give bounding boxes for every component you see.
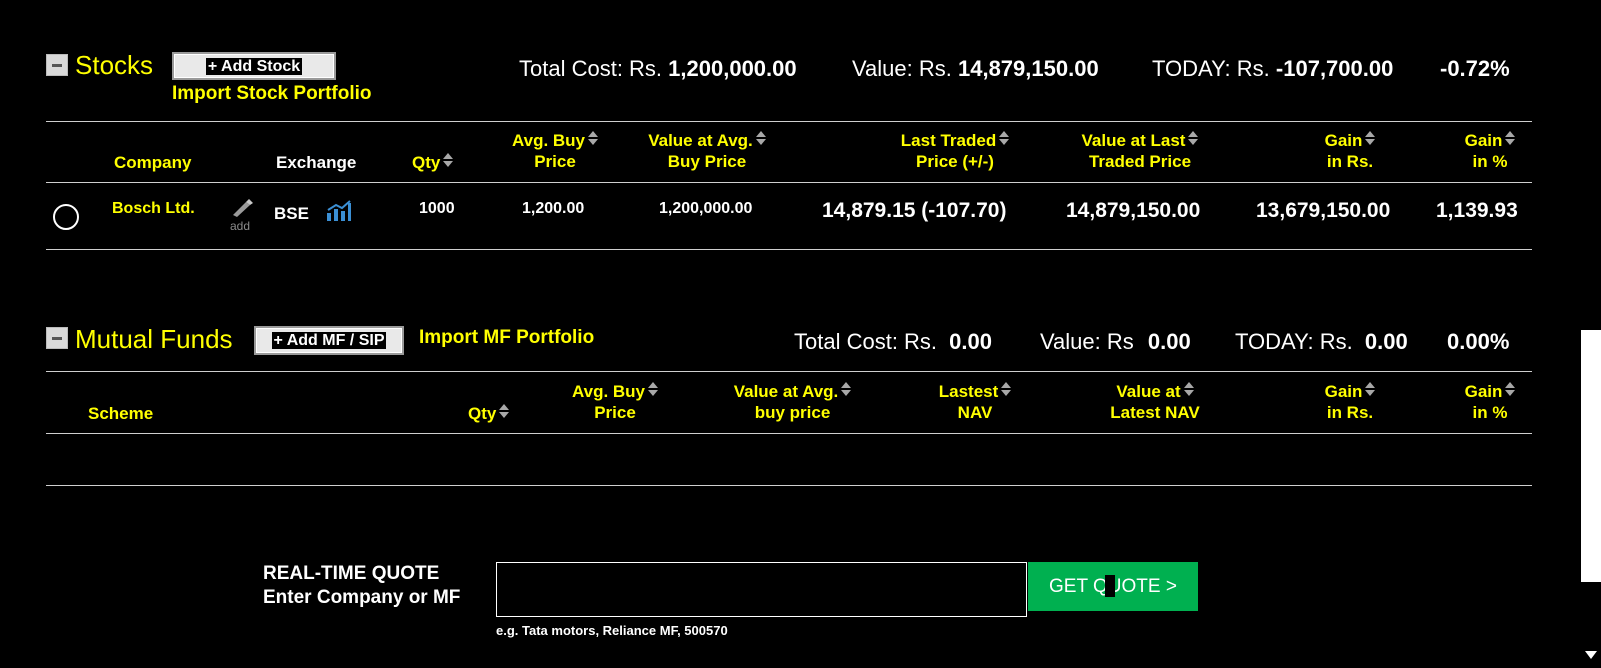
quote-hint: e.g. Tata motors, Reliance MF, 500570 <box>496 623 728 638</box>
quote-label-line1: REAL-TIME QUOTE <box>263 563 440 584</box>
import-mf-portfolio-link[interactable]: Import MF Portfolio <box>419 327 594 349</box>
sort-icon[interactable] <box>1183 382 1194 396</box>
col-mf-gain-pct[interactable]: Gain in % <box>1450 381 1530 423</box>
col-gain-rs[interactable]: Gain in Rs. <box>1300 130 1400 172</box>
stocks-today-label: TODAY: Rs. <box>1152 56 1270 81</box>
add-transaction-icon[interactable]: add <box>230 199 254 233</box>
mf-collapse-toggle[interactable] <box>46 327 68 349</box>
stocks-today-summary: TODAY: Rs. -107,700.00 <box>1152 56 1393 82</box>
sort-icon[interactable] <box>648 382 659 396</box>
stocks-table-bottom-border <box>46 249 1532 250</box>
stocks-collapse-toggle[interactable] <box>46 54 68 76</box>
quote-label: REAL-TIME QUOTE Enter Company or MF <box>263 562 460 610</box>
sort-icon[interactable] <box>443 153 454 167</box>
col-company[interactable]: Company <box>114 152 191 173</box>
add-mf-sip-button-label: + Add MF / SIP <box>271 332 387 349</box>
stock-row-radio[interactable] <box>53 204 79 230</box>
col-value-at-avg-buy-price[interactable]: Value at Avg. Buy Price <box>622 130 792 172</box>
stock-last-traded: 14,879.15 (-107.70) <box>822 199 1007 222</box>
scroll-down-arrow-icon[interactable] <box>1585 651 1597 659</box>
stocks-value-label: Value: Rs. <box>852 56 952 81</box>
quote-label-line2: Enter Company or MF <box>263 587 461 608</box>
col-avg-buy-price[interactable]: Avg. Buy Price <box>480 130 630 172</box>
col-value-at-last-traded-price[interactable]: Value at Last Traded Price <box>1060 130 1220 172</box>
import-stock-portfolio-link[interactable]: Import Stock Portfolio <box>172 83 372 105</box>
mf-section-title: Mutual Funds <box>75 324 233 354</box>
stock-exchange: BSE <box>274 204 309 223</box>
add-stock-button[interactable]: + Add Stock <box>172 52 336 80</box>
stock-qty: 1000 <box>419 200 455 217</box>
stocks-table-top-border <box>46 121 1532 122</box>
stocks-value-summary: Value: Rs. 14,879,150.00 <box>852 56 1099 82</box>
stock-value-at-avg: 1,200,000.00 <box>659 200 753 217</box>
stocks-today-value: -107,700.00 <box>1275 56 1394 81</box>
stocks-value-value: 14,879,150.00 <box>957 56 1099 81</box>
sort-icon[interactable] <box>999 131 1010 145</box>
stocks-section-title: Stocks <box>75 50 154 80</box>
sort-icon[interactable] <box>1365 382 1376 396</box>
stocks-total-cost-label: Total Cost: Rs. <box>519 56 663 81</box>
stocks-header-border <box>46 182 1532 183</box>
col-mf-avg-buy-price[interactable]: Avg. Buy Price <box>545 381 685 423</box>
stocks-summary: Total Cost: Rs. 1,200,000.00 <box>519 56 797 82</box>
mf-table-top-border <box>46 371 1532 372</box>
chart-icon[interactable] <box>326 200 352 222</box>
mf-header-border <box>46 433 1532 434</box>
mf-total-cost-summary: Total Cost: Rs. 0.00 <box>794 329 992 354</box>
stock-gain-rs: 13,679,150.00 <box>1256 199 1391 222</box>
col-mf-qty[interactable]: Qty <box>468 403 510 424</box>
sort-icon[interactable] <box>499 404 510 418</box>
sort-icon[interactable] <box>1365 131 1376 145</box>
sort-icon[interactable] <box>841 382 852 396</box>
stock-company-link[interactable]: Bosch Ltd. <box>112 200 195 218</box>
stock-gain-pct: 1,139.93 <box>1436 199 1518 222</box>
add-mf-sip-button[interactable]: + Add MF / SIP <box>254 326 404 355</box>
mf-today-percent: 0.00% <box>1447 329 1510 354</box>
col-mf-value-at-avg[interactable]: Value at Avg. buy price <box>705 381 880 423</box>
col-last-traded-price[interactable]: Last Traded Price (+/-) <box>880 130 1030 172</box>
sort-icon[interactable] <box>1505 131 1516 145</box>
sort-icon[interactable] <box>1001 382 1012 396</box>
col-mf-latest-nav[interactable]: Lastest NAV <box>920 381 1030 423</box>
sort-icon[interactable] <box>1188 131 1199 145</box>
col-qty[interactable]: Qty <box>412 152 454 173</box>
stocks-today-percent: -0.72% <box>1440 56 1510 81</box>
col-mf-gain-rs[interactable]: Gain in Rs. <box>1300 381 1400 423</box>
add-transaction-label: add <box>230 219 251 233</box>
col-gain-pct[interactable]: Gain in % <box>1450 130 1530 172</box>
add-stock-button-label: + Add Stock <box>205 57 303 75</box>
stock-avg-buy-price: 1,200.00 <box>522 200 585 217</box>
stock-value-at-last: 14,879,150.00 <box>1066 199 1201 222</box>
mf-today-summary: TODAY: Rs. 0.00 <box>1235 329 1408 354</box>
text-cursor <box>1105 575 1115 597</box>
sort-icon[interactable] <box>588 131 599 145</box>
col-exchange: Exchange <box>276 153 357 172</box>
col-scheme: Scheme <box>88 404 154 423</box>
sort-icon[interactable] <box>1505 382 1516 396</box>
col-mf-value-at-latest-nav[interactable]: Value at Latest NAV <box>1085 381 1225 423</box>
mf-table-bottom-border <box>46 485 1532 486</box>
quote-search-input[interactable] <box>496 562 1027 617</box>
mf-value-summary: Value: Rs 0.00 <box>1040 329 1191 354</box>
scrollbar-thumb[interactable] <box>1581 330 1601 582</box>
stocks-total-cost-value: 1,200,000.00 <box>668 56 797 81</box>
sort-icon[interactable] <box>755 131 766 145</box>
